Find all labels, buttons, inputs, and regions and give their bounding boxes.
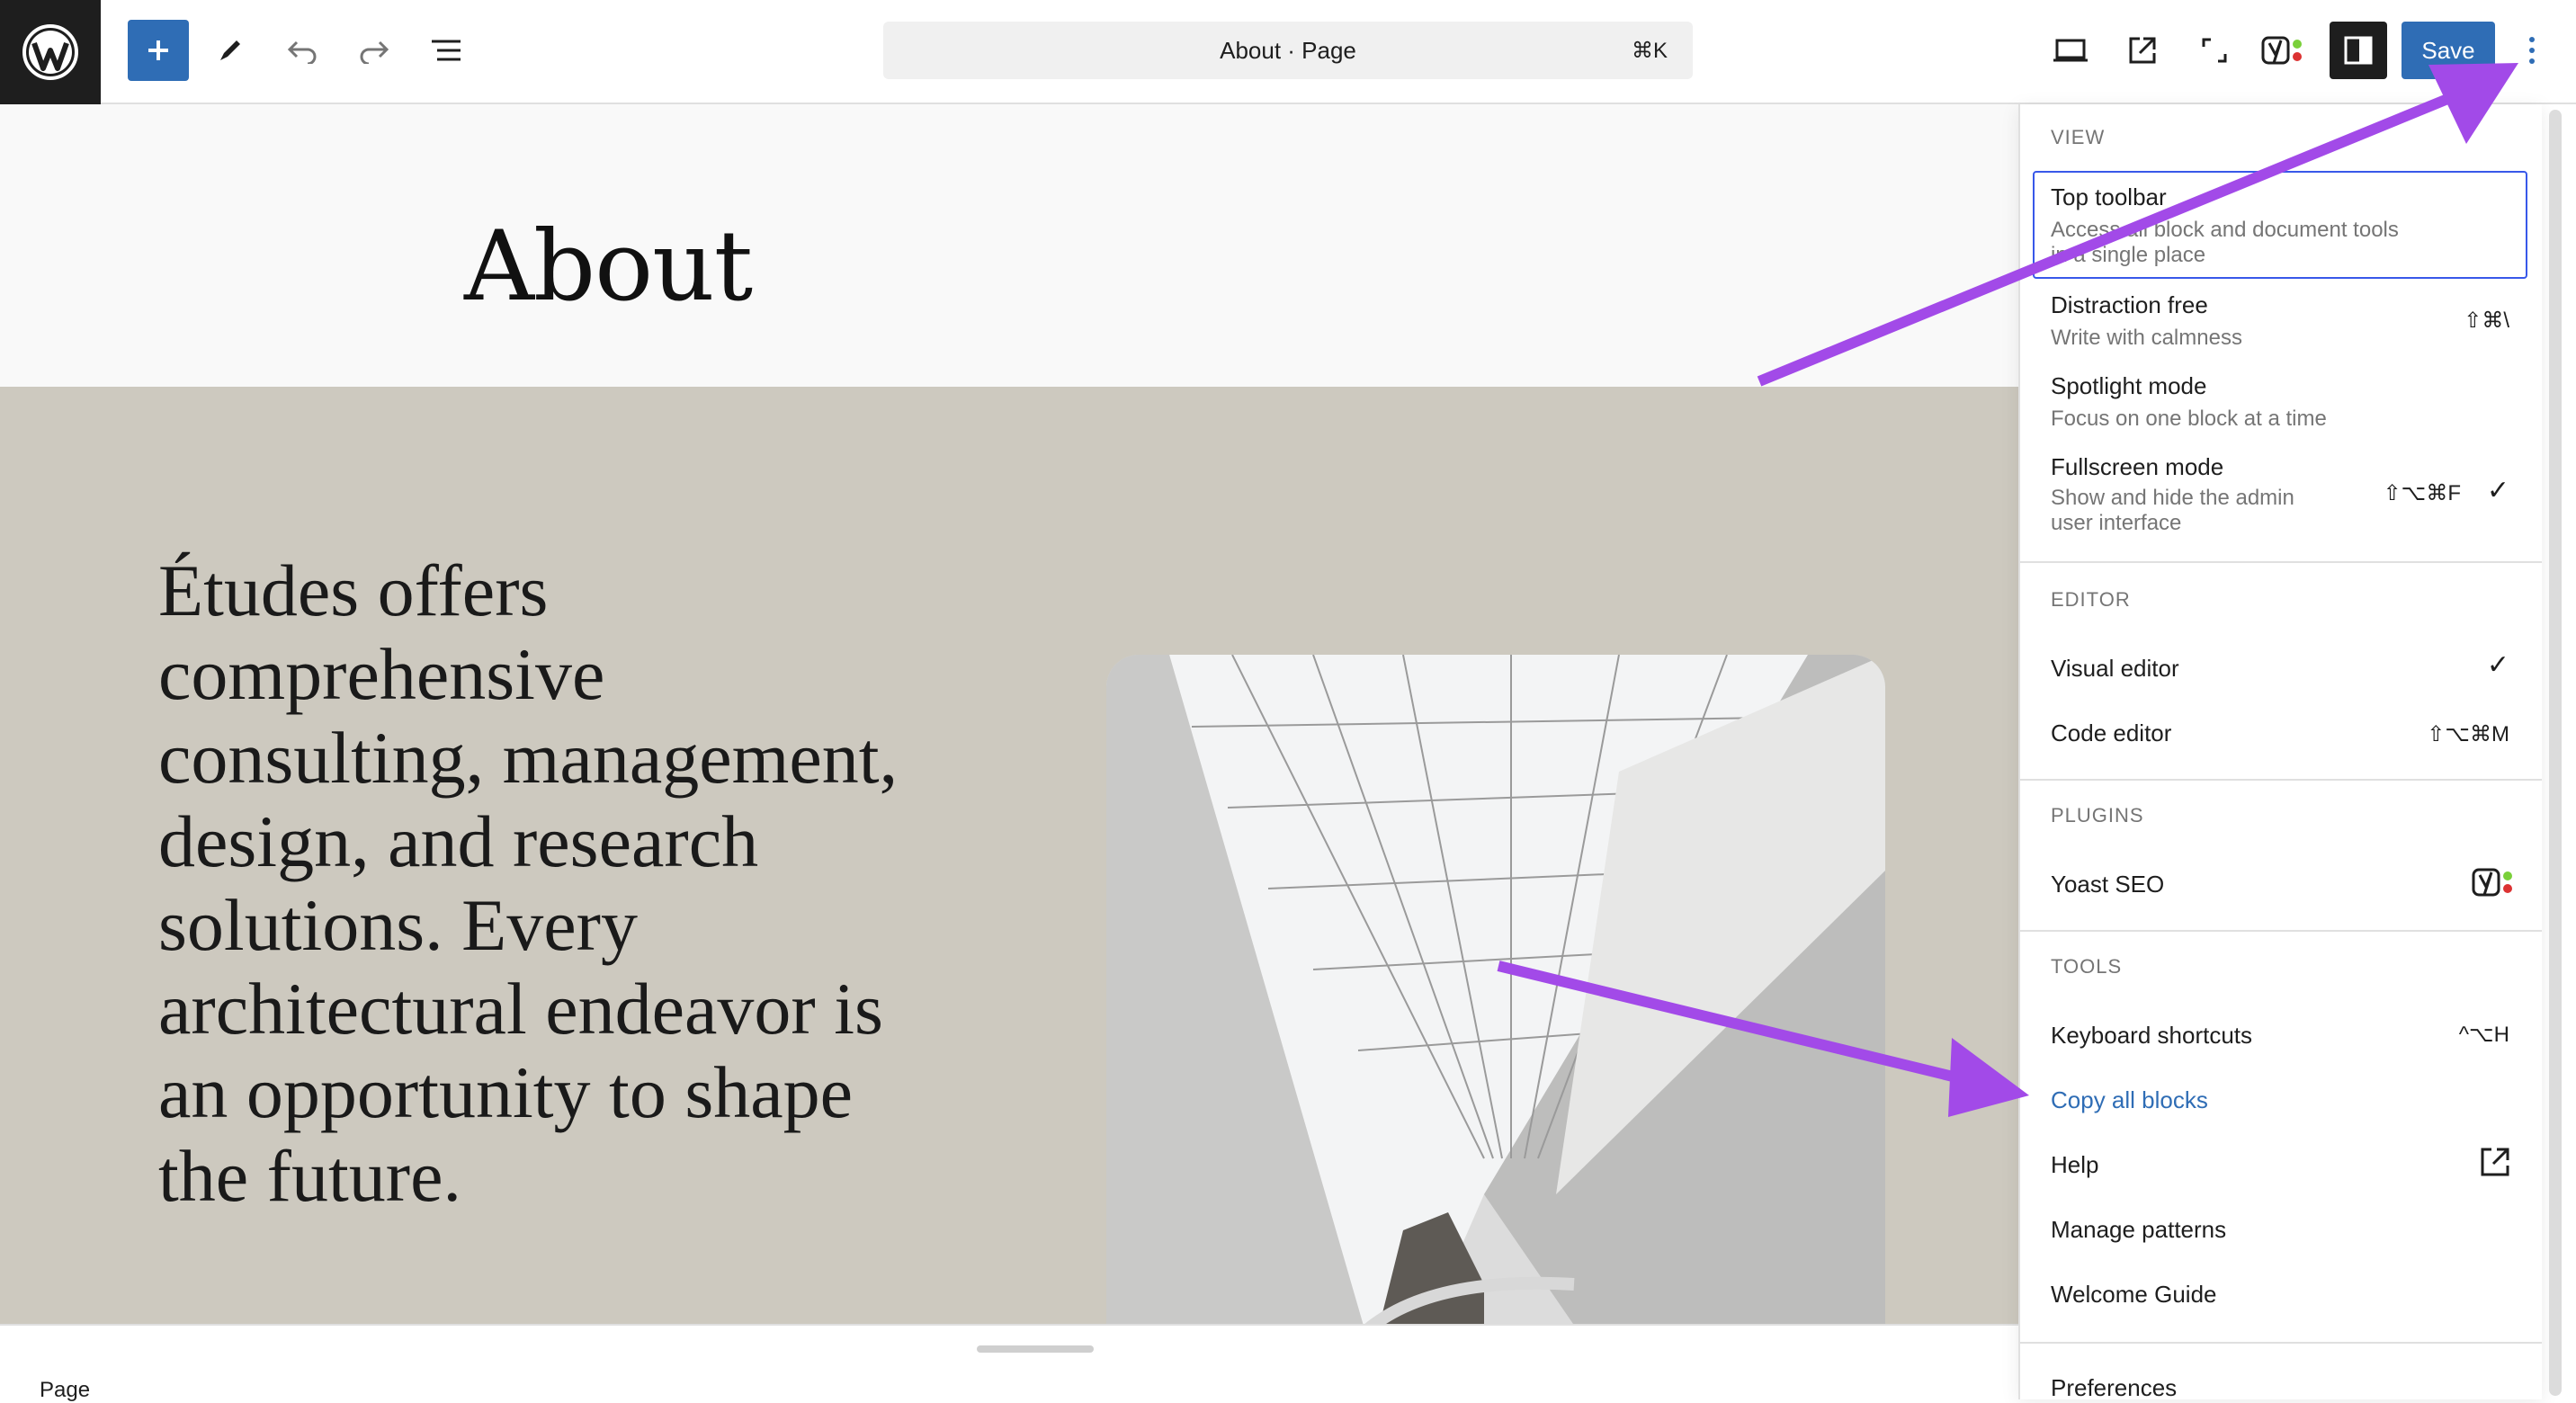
undo-button[interactable] xyxy=(272,20,333,81)
menu-item-manage-patterns[interactable]: Manage patterns xyxy=(2051,1216,2226,1244)
menu-item-desc: user interface xyxy=(2051,511,2182,535)
checkmark-icon: ✓ xyxy=(2486,650,2509,680)
menu-item-fullscreen-mode[interactable]: Fullscreen mode xyxy=(2051,453,2223,481)
menu-item-visual-editor[interactable]: Visual editor xyxy=(2051,655,2179,683)
hero-paragraph[interactable]: Études offers comprehensive consulting, … xyxy=(158,549,932,1218)
redo-button[interactable] xyxy=(344,20,405,81)
menu-item-help[interactable]: Help xyxy=(2051,1151,2098,1179)
plus-icon xyxy=(148,40,168,60)
menu-item-shortcut: ⇧⌥⌘M xyxy=(2427,722,2509,746)
menu-item-preferences[interactable]: Preferences xyxy=(2051,1374,2177,1402)
yoast-icon xyxy=(2261,36,2302,65)
wordpress-logo-icon[interactable] xyxy=(0,0,101,104)
tools-button[interactable] xyxy=(200,20,261,81)
title-area: About xyxy=(0,104,2018,387)
top-toolbar: About · Page ⌘K Save xyxy=(0,0,2576,104)
options-menu-button[interactable] xyxy=(2509,20,2554,81)
settings-sidebar-button[interactable] xyxy=(2330,22,2387,79)
menu-divider xyxy=(2020,561,2542,563)
menu-item-keyboard-shortcuts[interactable]: Keyboard shortcuts xyxy=(2051,1022,2252,1050)
view-page-button[interactable] xyxy=(2112,20,2173,81)
fullscreen-button[interactable] xyxy=(2184,20,2245,81)
editor-section-heading: EDITOR xyxy=(2051,588,2131,611)
menu-item-shortcut: ⇧⌘\ xyxy=(2464,308,2509,333)
pencil-icon xyxy=(220,40,240,60)
menu-divider xyxy=(2020,930,2542,932)
editor-footer: Page xyxy=(0,1324,2018,1402)
menu-item-code-editor[interactable]: Code editor xyxy=(2051,719,2171,747)
hero-section: Études offers comprehensive consulting, … xyxy=(0,387,2018,1324)
menu-item-desc: Access all block and document tools xyxy=(2051,218,2399,242)
menu-divider xyxy=(2020,1342,2542,1344)
list-view-icon xyxy=(432,40,461,61)
menu-scrollbar[interactable] xyxy=(2549,110,2562,1396)
add-block-button[interactable] xyxy=(128,20,189,81)
page-title[interactable]: About xyxy=(464,210,753,323)
tools-section-heading: TOOLS xyxy=(2051,955,2123,978)
more-vertical-icon xyxy=(2529,37,2535,64)
menu-item-welcome-guide[interactable]: Welcome Guide xyxy=(2051,1281,2217,1309)
menu-item-desc: Write with calmness xyxy=(2051,326,2242,350)
menu-item-distraction-free[interactable]: Distraction free xyxy=(2051,291,2208,319)
fullscreen-icon xyxy=(2202,38,2227,63)
save-button[interactable]: Save xyxy=(2402,22,2495,79)
yoast-button[interactable] xyxy=(2254,20,2315,81)
menu-item-copy-all-blocks[interactable]: Copy all blocks xyxy=(2051,1086,2208,1114)
menu-item-spotlight-mode[interactable]: Spotlight mode xyxy=(2051,372,2206,400)
menu-item-desc: in a single place xyxy=(2051,243,2206,267)
resize-handle[interactable] xyxy=(977,1345,1094,1353)
external-link-icon xyxy=(2129,37,2156,64)
editor-canvas: About Études offers comprehensive consul… xyxy=(0,104,2018,1324)
view-section-heading: VIEW xyxy=(2051,126,2106,148)
yoast-icon xyxy=(2472,867,2517,902)
preview-button[interactable] xyxy=(2040,20,2101,81)
document-title: About · Page xyxy=(1220,36,1356,64)
plugins-section-heading: PLUGINS xyxy=(2051,804,2144,827)
external-link-icon xyxy=(2479,1146,2511,1183)
menu-item-desc: Show and hide the admin xyxy=(2051,486,2294,510)
list-view-button[interactable] xyxy=(416,20,477,81)
command-shortcut: ⌘K xyxy=(1631,39,1668,63)
checkmark-icon: ✓ xyxy=(2486,476,2509,505)
sidebar-settings-icon xyxy=(2344,36,2373,65)
menu-item-shortcut: ⇧⌥⌘F xyxy=(2383,481,2461,505)
architecture-image[interactable] xyxy=(1106,655,1885,1324)
menu-item-title: Top toolbar xyxy=(2051,183,2167,210)
desktop-preview-icon xyxy=(2053,39,2088,62)
undo-icon xyxy=(287,40,317,64)
redo-icon xyxy=(360,40,389,64)
menu-divider xyxy=(2020,779,2542,781)
menu-item-yoast-seo[interactable]: Yoast SEO xyxy=(2051,871,2164,898)
command-palette-bar[interactable]: About · Page ⌘K xyxy=(883,22,1693,79)
menu-item-shortcut: ^⌥H xyxy=(2458,1023,2509,1047)
options-dropdown-menu: VIEW Top toolbar Access all block and do… xyxy=(2018,104,2542,1402)
menu-item-desc: Focus on one block at a time xyxy=(2051,407,2327,431)
